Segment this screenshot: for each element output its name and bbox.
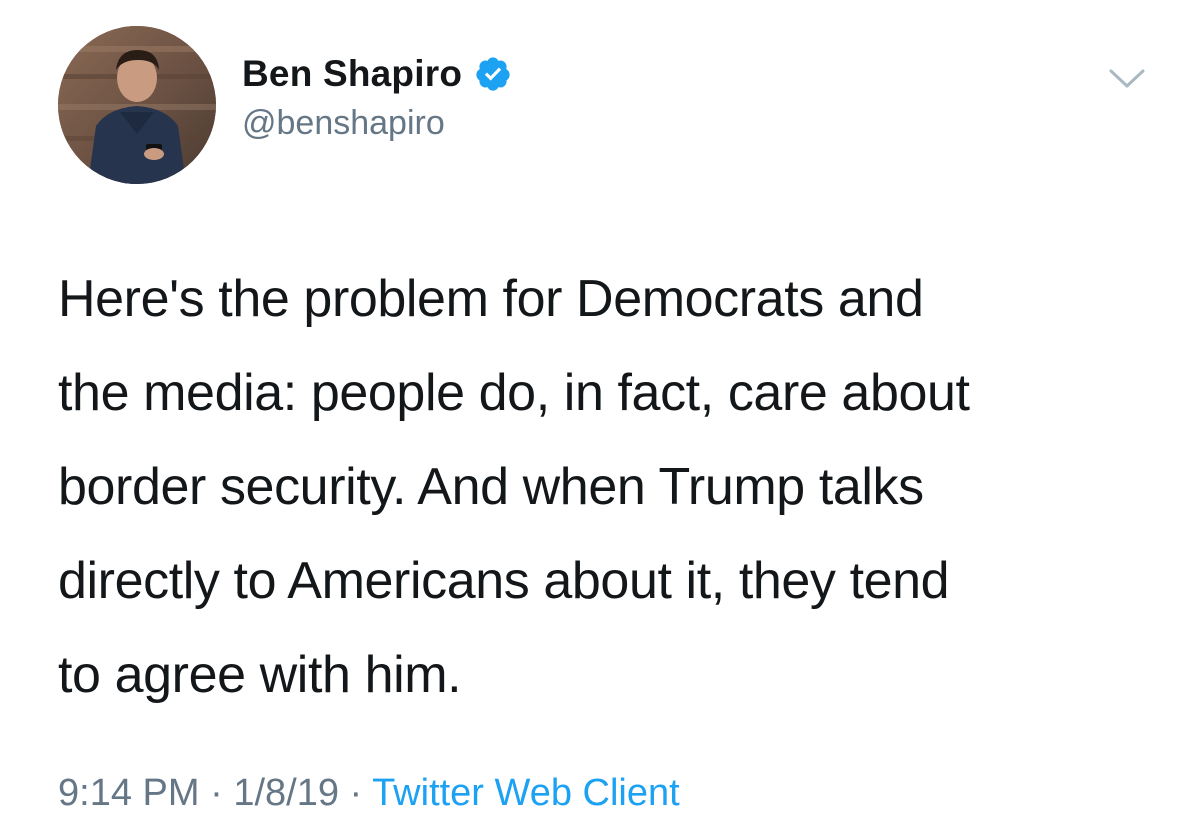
name-row: Ben Shapiro	[242, 50, 512, 98]
chevron-down-icon[interactable]	[1108, 66, 1146, 92]
tweet-date: 1/8/19	[233, 772, 339, 814]
tweet-text: Here's the problem for Democrats and the…	[58, 252, 1158, 722]
tweet-card: Ben Shapiro @benshapiro Here's the probl…	[0, 0, 1200, 838]
display-name[interactable]: Ben Shapiro	[242, 53, 462, 95]
profile-photo-icon	[58, 26, 216, 184]
tweet-time: 9:14 PM	[58, 772, 200, 814]
meta-separator: ·	[349, 772, 363, 814]
user-handle[interactable]: @benshapiro	[242, 104, 512, 143]
verified-badge-icon	[476, 57, 510, 91]
tweet-text-line: to agree with him.	[58, 646, 462, 704]
tweet-source-link[interactable]: Twitter Web Client	[372, 772, 680, 814]
tweet-text-line: Here's the problem for Democrats and	[58, 270, 924, 328]
tweet-meta: 9:14 PM · 1/8/19 · Twitter Web Client	[58, 772, 680, 815]
tweet-text-line: border security. And when Trump talks	[58, 458, 924, 516]
meta-separator: ·	[210, 772, 223, 814]
avatar[interactable]	[58, 26, 216, 184]
tweet-text-line: the media: people do, in fact, care abou…	[58, 364, 970, 422]
author-block: Ben Shapiro @benshapiro	[242, 50, 512, 143]
tweet-text-line: directly to Americans about it, they ten…	[58, 552, 950, 610]
